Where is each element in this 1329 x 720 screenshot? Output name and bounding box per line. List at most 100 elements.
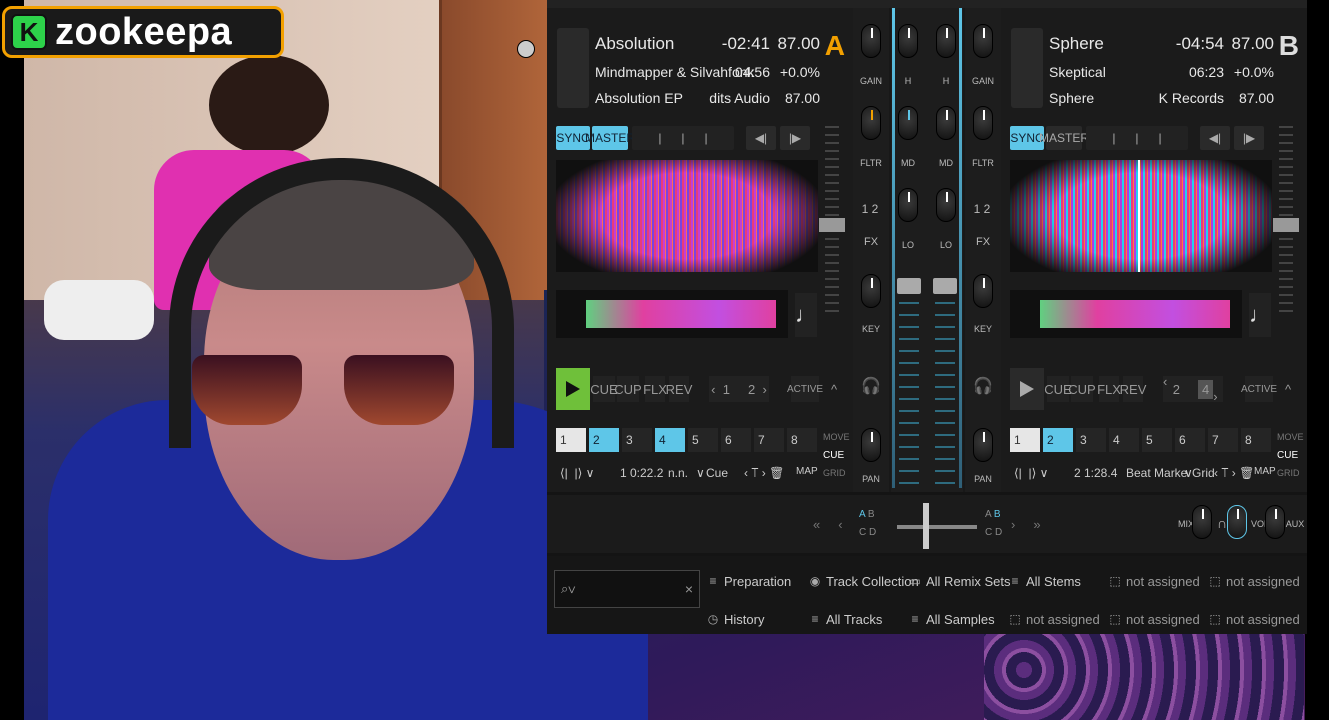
- deck-a-hotcue[interactable]: 7: [754, 428, 784, 452]
- deck-a-hotcue[interactable]: 3: [622, 428, 652, 452]
- xfader-left-a[interactable]: A: [859, 509, 865, 520]
- deck-a-cue-type[interactable]: Cue: [706, 466, 728, 480]
- deck-a-grid-label[interactable]: GRID: [823, 468, 846, 478]
- deck-a-cup-button[interactable]: CUP: [614, 376, 642, 402]
- lo-b-knob[interactable]: [936, 188, 956, 222]
- fx-b-2[interactable]: 2: [984, 202, 991, 216]
- gain-b-knob[interactable]: [973, 24, 993, 58]
- deck-a-hotcue[interactable]: 6: [721, 428, 751, 452]
- deck-b-nav-icons[interactable]: ‹ ⟙ › 🗑: [1214, 466, 1254, 481]
- favorite-slot[interactable]: ⬚ not assigned: [1209, 570, 1299, 592]
- deck-b-flx-button[interactable]: FLX: [1097, 376, 1121, 402]
- xfader-left-d[interactable]: D: [869, 527, 876, 538]
- xfader-left-icons[interactable]: « ‹: [813, 513, 843, 535]
- deck-a-loop-1[interactable]: 1: [723, 382, 730, 397]
- deck-b-active-button[interactable]: ACTIVE: [1241, 376, 1277, 402]
- xfader-left-ab[interactable]: A B: [859, 509, 875, 520]
- fx-a-assign[interactable]: 1 2: [855, 202, 885, 216]
- gain-a-knob[interactable]: [861, 24, 881, 58]
- deck-b-cue-type[interactable]: Grid: [1192, 466, 1215, 480]
- mid-b-knob[interactable]: [936, 106, 956, 140]
- deck-a-hotcue[interactable]: 5: [688, 428, 718, 452]
- deck-b-hotcue[interactable]: 7: [1208, 428, 1238, 452]
- deck-b-map-button[interactable]: MAP: [1254, 466, 1276, 477]
- deck-b-tick-icons[interactable]: ⟨| |⟩ ∨: [1014, 466, 1048, 480]
- deck-b-prev-icon[interactable]: ◀|: [1200, 126, 1230, 150]
- deck-b-hotcue[interactable]: 4: [1109, 428, 1139, 452]
- deck-b-collapse-icon[interactable]: ^: [1281, 376, 1295, 402]
- channel-fader-b[interactable]: [933, 278, 957, 488]
- deck-b-loop-1[interactable]: 2: [1173, 382, 1180, 397]
- lo-a-knob[interactable]: [898, 188, 918, 222]
- xfader-left-c[interactable]: C: [859, 527, 866, 538]
- deck-b-hotcue[interactable]: 1: [1010, 428, 1040, 452]
- channel-fader-a-cap[interactable]: [897, 278, 921, 294]
- deck-a-tempo-fader[interactable]: [819, 126, 845, 316]
- deck-a-waveform[interactable]: [556, 160, 818, 272]
- search-input[interactable]: ⌕∨ ×: [554, 570, 700, 608]
- headphones-a-icon[interactable]: 🎧: [856, 376, 886, 396]
- deck-a-play-button[interactable]: [556, 368, 590, 410]
- deck-b-hotcue[interactable]: 8: [1241, 428, 1271, 452]
- filter-b-knob[interactable]: [973, 106, 993, 140]
- deck-a-move-label[interactable]: MOVE: [823, 432, 850, 442]
- favorite-slot[interactable]: ⬚ not assigned: [1009, 608, 1099, 630]
- deck-b-waveform[interactable]: [1010, 160, 1272, 272]
- deck-b-hotcue[interactable]: 2: [1043, 428, 1073, 452]
- xfader-right-cd[interactable]: C D: [985, 527, 1002, 538]
- deck-b-overview[interactable]: [1010, 290, 1242, 338]
- deck-b-tempo-cap[interactable]: [1273, 218, 1299, 232]
- fx-a-1[interactable]: 1: [862, 202, 869, 216]
- favorite-history[interactable]: ◷ History: [707, 608, 765, 630]
- deck-b-loop-2[interactable]: 4: [1198, 379, 1214, 399]
- deck-a-hotcue[interactable]: 8: [787, 428, 817, 452]
- deck-a-note-icon[interactable]: ♩: [795, 293, 817, 337]
- deck-a-rev-button[interactable]: REV: [666, 376, 692, 402]
- deck-a-flx-button[interactable]: FLX: [643, 376, 667, 402]
- hi-b-knob[interactable]: [936, 24, 956, 58]
- vol-knob[interactable]: [1227, 505, 1247, 539]
- xfader-right-a[interactable]: A: [985, 509, 991, 520]
- key-b-knob[interactable]: [973, 274, 993, 308]
- deck-b-cue-mode-label[interactable]: CUE: [1277, 450, 1298, 461]
- headphones-b-icon[interactable]: 🎧: [968, 376, 998, 396]
- xfader-right-c[interactable]: C: [985, 527, 992, 538]
- crossfader-cap[interactable]: [923, 503, 929, 549]
- xfader-right-d[interactable]: D: [995, 527, 1002, 538]
- favorite-all-samples[interactable]: ≡ All Samples: [909, 608, 994, 630]
- favorite-all-tracks[interactable]: ≡ All Tracks: [809, 608, 882, 630]
- deck-a-nav-icons[interactable]: ‹ ⟙ › 🗑: [744, 466, 784, 481]
- xfader-left-cd[interactable]: C D: [859, 527, 876, 538]
- deck-a-tempo-cap[interactable]: [819, 218, 845, 232]
- deck-b-hotcue[interactable]: 5: [1142, 428, 1172, 452]
- deck-b-note-icon[interactable]: ♩: [1249, 293, 1271, 337]
- channel-fader-b-cap[interactable]: [933, 278, 957, 294]
- deck-b-grid-label[interactable]: GRID: [1277, 468, 1300, 478]
- deck-a-master-button[interactable]: MASTER: [585, 126, 635, 150]
- xfader-right-ab[interactable]: A B: [985, 509, 1001, 520]
- favorite-slot[interactable]: ⬚ not assigned: [1109, 570, 1199, 592]
- channel-fader-a[interactable]: [897, 278, 921, 488]
- deck-a-next-icon[interactable]: |▶: [780, 126, 810, 150]
- deck-b-hotcue[interactable]: 3: [1076, 428, 1106, 452]
- favorite-slot[interactable]: ⬚ not assigned: [1109, 608, 1199, 630]
- deck-a-tick-icons[interactable]: ⟨| |⟩ ∨: [560, 466, 594, 480]
- deck-a-hotcue[interactable]: 2: [589, 428, 619, 452]
- deck-a-map-button[interactable]: MAP: [796, 466, 818, 477]
- deck-b-loop-size[interactable]: ‹ 2 4 ›: [1163, 374, 1223, 404]
- pan-b-knob[interactable]: [973, 428, 993, 462]
- deck-b-cup-button[interactable]: CUP: [1068, 376, 1096, 402]
- deck-b-master-button[interactable]: MASTER: [1039, 126, 1089, 150]
- mid-a-knob[interactable]: [898, 106, 918, 140]
- deck-a-prev-icon[interactable]: ◀|: [746, 126, 776, 150]
- deck-b-play-button[interactable]: [1010, 368, 1044, 410]
- deck-a-active-button[interactable]: ACTIVE: [787, 376, 823, 402]
- favorite-all-remix-sets[interactable]: ▭ All Remix Sets: [909, 570, 1010, 592]
- deck-b-hotcue[interactable]: 6: [1175, 428, 1205, 452]
- xfader-right-b[interactable]: B: [994, 509, 1001, 520]
- xfader-left-b[interactable]: B: [868, 509, 875, 520]
- deck-a-cue-button[interactable]: CUE: [590, 376, 618, 402]
- pan-a-knob[interactable]: [861, 428, 881, 462]
- deck-a-hotcue[interactable]: 1: [556, 428, 586, 452]
- deck-b-cue-button[interactable]: CUE: [1044, 376, 1072, 402]
